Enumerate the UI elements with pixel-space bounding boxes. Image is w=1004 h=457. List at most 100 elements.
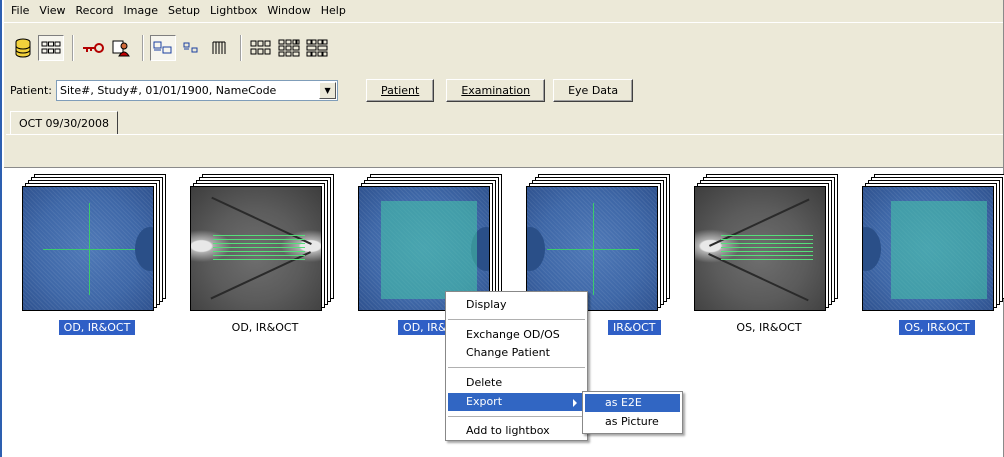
image-stack [358, 174, 508, 311]
chevron-down-icon: ▼ [324, 85, 331, 95]
menu-file[interactable]: File [6, 0, 34, 22]
database-button[interactable] [10, 35, 36, 61]
tab-strip: OCT 09/30/2008 [10, 111, 118, 135]
tab-divider [6, 134, 1003, 135]
menu-view[interactable]: View [34, 0, 70, 22]
toolbar-separator [240, 35, 242, 61]
user-card-icon [112, 40, 130, 57]
menu-lightbox[interactable]: Lightbox [205, 0, 262, 22]
key-button[interactable] [80, 35, 106, 61]
thumbnail-os-ir-oct-3[interactable]: OS, IR&OCT [862, 174, 1004, 336]
layout-3x2-button[interactable] [248, 35, 274, 61]
small-view-icon [183, 42, 198, 53]
menu-separator [448, 367, 585, 368]
menu-item-export[interactable]: Export [448, 393, 585, 411]
toolbar-separator [142, 35, 144, 61]
toolbar-separator [72, 35, 74, 61]
menu-setup[interactable]: Setup [163, 0, 205, 22]
patient-card-button[interactable] [108, 35, 134, 61]
thumbnail-od-ir-oct-2[interactable]: OD, IR&OCT [190, 174, 340, 334]
menu-item-display[interactable]: Display [448, 296, 585, 314]
menu-separator [448, 319, 585, 320]
scan-lines [721, 235, 813, 267]
thumbnail-caption: OS, IR&OCT [862, 319, 1004, 336]
small-view-button[interactable] [178, 35, 204, 61]
menu-item-export-label: Export [466, 395, 503, 408]
thumbnail-os-ir-oct-2[interactable]: OS, IR&OCT [694, 174, 844, 334]
fundus-image [190, 186, 322, 311]
submenu-arrow-icon [573, 399, 577, 407]
layout-4x2-icon [278, 39, 300, 57]
optic-disc [135, 227, 153, 271]
eye-data-button-label: Eye Data [568, 83, 619, 97]
menu-item-delete[interactable]: Delete [448, 374, 585, 392]
thumbnail-caption: OS, IR&OCT [694, 321, 844, 334]
layout-4x3-icon [306, 39, 328, 57]
thumbnail-grid-icon [41, 41, 61, 54]
menu-item-export-e2e[interactable]: as E2E [585, 394, 680, 412]
examination-button[interactable]: Examination [446, 78, 546, 102]
thumbnail-od-ir-oct-1[interactable]: OD, IR&OCT [22, 174, 172, 336]
layout-3x2-icon [250, 40, 271, 55]
single-view-icon [153, 41, 172, 54]
menu-help[interactable]: Help [316, 0, 351, 22]
export-submenu: as E2E as Picture [582, 391, 683, 434]
patient-button[interactable]: Patient [366, 78, 435, 102]
thumbnail-caption: OD, IR&OCT [190, 321, 340, 334]
key-icon [83, 43, 104, 53]
thumbnail-view-button[interactable] [38, 35, 64, 61]
menu-image[interactable]: Image [119, 0, 163, 22]
patient-select-value: Site#, Study#, 01/01/1900, NameCode [60, 83, 277, 97]
fundus-image [694, 186, 826, 311]
tab-label: OCT 09/30/2008 [19, 117, 109, 130]
dropdown-button[interactable]: ▼ [319, 81, 337, 99]
thumbnail-os-ir-oct-1[interactable]: IR&OCT [526, 174, 676, 336]
scan-line [593, 203, 594, 295]
menu-bar: File View Record Image Setup Lightbox Wi… [4, 0, 1003, 22]
menu-window[interactable]: Window [262, 0, 315, 22]
menu-item-export-picture[interactable]: as Picture [585, 413, 680, 431]
examination-button-label: Examination [461, 83, 531, 97]
tab-oct-exam[interactable]: OCT 09/30/2008 [10, 111, 118, 135]
toolbar [10, 31, 332, 65]
image-stack [694, 174, 844, 311]
patient-select[interactable]: Site#, Study#, 01/01/1900, NameCode ▼ [56, 79, 339, 101]
scan-volume [381, 201, 477, 299]
caption-text: IR&OCT [607, 319, 662, 336]
list-view-button[interactable] [206, 35, 232, 61]
menu-item-exchange-od-os[interactable]: Exchange OD/OS [448, 326, 585, 344]
caption-text: OS, IR&OCT [898, 319, 976, 336]
optic-disc [527, 227, 545, 271]
menu-record[interactable]: Record [71, 0, 119, 22]
context-menu: Display Exchange OD/OS Change Patient De… [445, 291, 588, 441]
image-stack [526, 174, 676, 311]
image-stack [190, 174, 340, 311]
caption-text: OD, IR&OCT [57, 319, 137, 336]
patient-row: Patient: Site#, Study#, 01/01/1900, Name… [10, 77, 634, 103]
single-view-button[interactable] [150, 35, 176, 61]
caption-text: OD, IR&OCT [231, 321, 299, 334]
app-window: File View Record Image Setup Lightbox Wi… [0, 0, 1004, 457]
image-stack [862, 174, 1004, 311]
caption-text: OS, IR&OCT [736, 321, 802, 334]
patient-label: Patient: [10, 83, 53, 97]
layout-4x2-button[interactable] [276, 35, 302, 61]
layout-4x3-button[interactable] [304, 35, 330, 61]
scan-volume [891, 201, 987, 299]
menu-item-change-patient[interactable]: Change Patient [448, 344, 585, 362]
image-stack [22, 174, 172, 311]
eye-data-button[interactable]: Eye Data [553, 78, 634, 102]
menu-separator [448, 416, 585, 417]
fundus-image [862, 186, 994, 311]
fundus-image [22, 186, 154, 311]
toolbar-area: Patient: Site#, Study#, 01/01/1900, Name… [4, 22, 1003, 167]
optic-disc [863, 227, 881, 271]
thumbnail-caption: OD, IR&OCT [22, 319, 172, 336]
list-view-icon [212, 41, 226, 54]
database-icon [15, 38, 31, 58]
patient-button-label: Patient [381, 83, 420, 97]
thumbnail-od-ir-oct-3[interactable]: OD, IR&OC [358, 174, 508, 336]
menu-item-add-to-lightbox[interactable]: Add to lightbox [448, 422, 585, 440]
scan-lines [213, 235, 305, 267]
scan-line [89, 203, 90, 295]
